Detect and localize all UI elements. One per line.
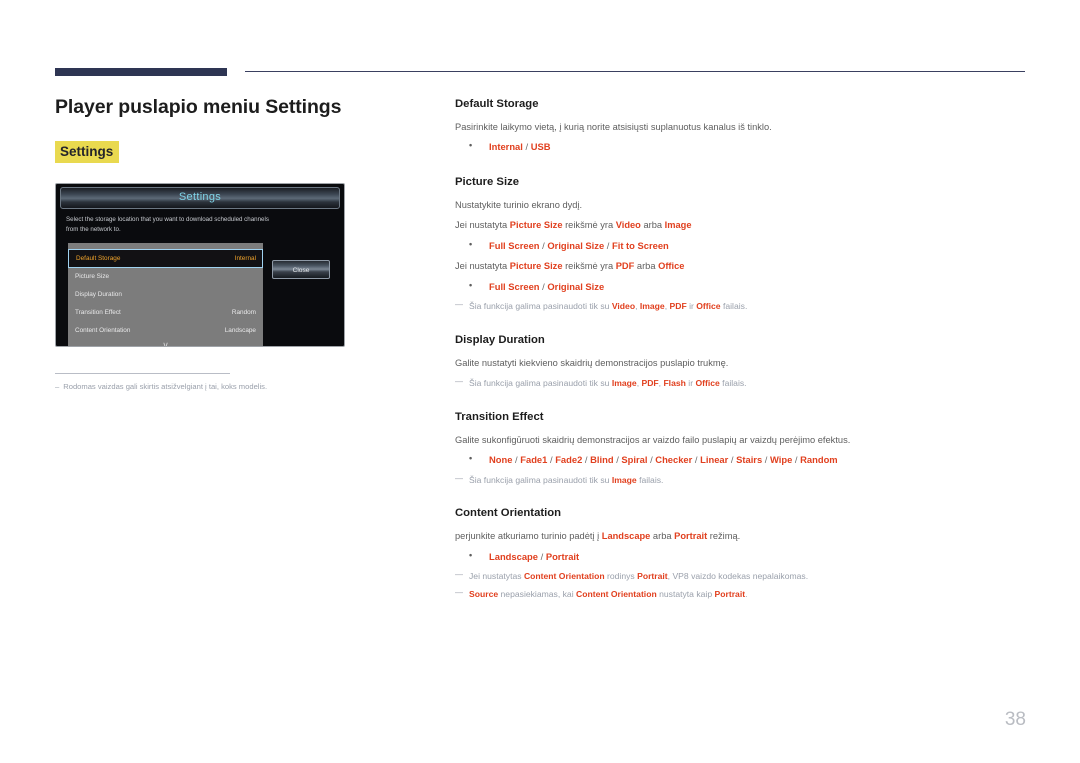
note-line: Source nepasiekiamas, kai Content Orient… [455,587,1030,601]
left-column: Player puslapio meniu Settings Settings … [55,96,415,393]
chevron-down-icon: ∨ [162,340,169,347]
section-highlight-heading: Settings [55,141,120,163]
note-line: Šia funkcija galima pasinaudoti tik su V… [455,299,1030,313]
body-line: Nustatykite turinio ekrano dydį. [455,199,583,210]
option-bullet-line: Internal / USB [469,139,1030,155]
note-line: Šia funkcija galima pasinaudoti tik su I… [455,473,1030,487]
footnote-divider [55,373,230,374]
device-settings-list: Default Storage Internal Picture Size Displ… [68,243,263,347]
body-line: Jei nustatyta Picture Size reikšmė yra V… [455,220,692,231]
header-accent-bar [55,68,227,76]
page-number: 38 [1004,709,1026,730]
device-list-row: Transition Effect Random [68,304,263,322]
body-line: Galite nustatyti kiekvieno skaidrių demo… [455,358,729,369]
section-title: Content Orientation [455,507,562,520]
device-row-value: Landscape [224,327,256,334]
content-section: Content Orientation perjunkite atkuriamo … [455,507,1030,601]
device-titlebar: Settings [60,187,340,209]
device-row-value: Random [231,309,256,316]
section-title: Default Storage [455,98,539,110]
left-footnote: – Rodomas vaizdas gali skirtis atsižvelgi… [55,382,267,393]
device-row-value: Internal [234,255,256,262]
footnote-text: Rodomas vaizdas gali skirtis atsižvelgia… [63,382,268,391]
device-close-button: Close [272,260,330,279]
device-row-label: Content Orientation [75,327,131,334]
device-list-row: Default Storage Internal [68,249,263,268]
content-section: Picture Size Nustatykite turinio ekrano d… [455,176,1030,313]
device-row-label: Default Storage [76,255,121,262]
content-section: Display Duration Galite nustatyti kiekvie… [455,334,1030,389]
right-column: Default Storage Pasirinkite laikymo vietą… [455,98,1030,606]
note-line: Jei nustatytas Content Orientation rodin… [455,569,1030,583]
section-title: Picture Size [455,175,520,188]
device-row-label: Transition Effect [75,309,121,316]
footnote-dash: – [55,382,60,391]
option-bullet-line: None / Fade1 / Fade2 / Blind / Spiral / … [469,452,1030,468]
note-line: Šia funkcija galima pasinaudoti tik su I… [455,376,1030,390]
content-section: Default Storage Pasirinkite laikymo vietą… [455,98,1030,155]
device-list-row: Content Orientation Landscape [68,322,263,340]
device-row-label: Picture Size [75,273,110,280]
body-line: Jei nustatyta Picture Size reikšmė yra P… [455,261,685,272]
option-bullet-line: Landscape / Portrait [469,549,1030,565]
option-bullet-line: Full Screen / Original Size [469,279,1030,295]
body-line: Galite sukonfigūruoti skaidrių demonstra… [455,434,851,445]
content-section: Transition Effect Galite sukonfigūruoti s… [455,411,1030,487]
section-title: Transition Effect [455,410,544,423]
body-line: Pasirinkite laikymo vietą, į kurią norit… [455,122,772,132]
device-list-row: Display Duration [68,286,263,304]
page-title: Player puslapio meniu Settings [55,96,342,118]
left-footnote-block: – Rodomas vaizdas gali skirtis atsižvelgi… [55,373,267,393]
device-row-label: Display Duration [75,291,122,298]
section-title: Display Duration [455,334,545,347]
device-list-row: Picture Size [68,268,263,286]
device-window-title: Settings [178,191,222,203]
header-thin-rule [245,71,1025,72]
option-bullet-line: Full Screen / Original Size / Fit to Scr… [469,238,1030,254]
device-description-text: Select the storage location that you wan… [66,216,269,234]
device-settings-screenshot: Settings Select the storage location tha… [55,183,345,347]
body-line: perjunkite atkuriamo turinio padėtį į La… [455,531,741,542]
page-header-rules [55,66,1025,78]
